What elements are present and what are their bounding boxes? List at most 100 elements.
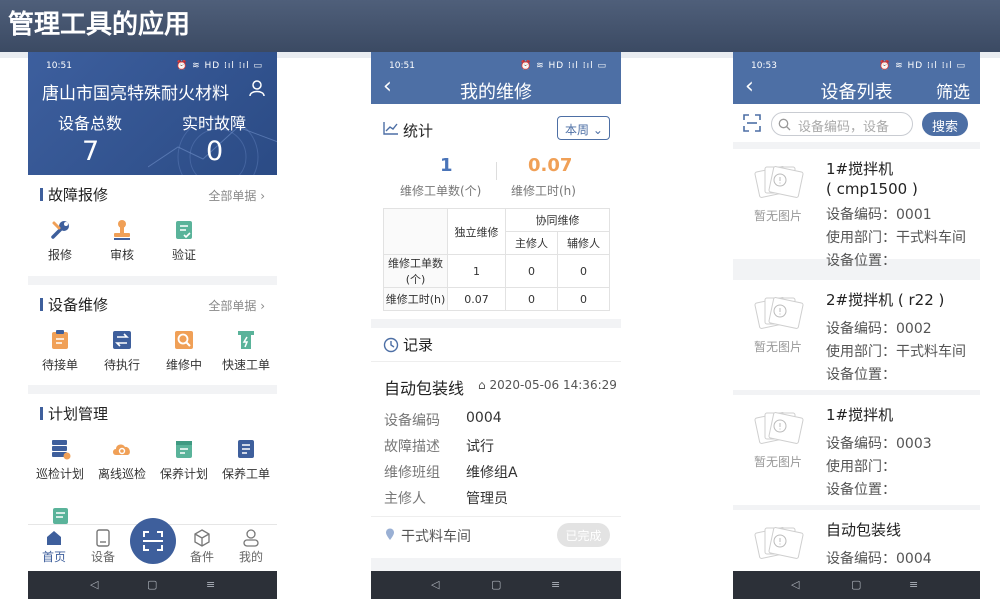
- stats-table: 独立维修 协同维修 主修人 辅修人 维修工单数(个) 1 0 0 维修工时(h)…: [383, 208, 610, 311]
- record-field: 主修人 管理员: [384, 491, 508, 507]
- divider: [371, 516, 621, 517]
- search-input[interactable]: 设备编码，设备: [771, 112, 913, 136]
- table-header-collab: 协同维修: [505, 208, 610, 232]
- system-nav-bar: ◁ ▢ ≡: [733, 571, 980, 599]
- device-name: 2#搅拌机 ( r22 ): [826, 291, 945, 309]
- repair-hours-value: 0.07: [528, 155, 573, 176]
- grid-item-to-execute[interactable]: 待执行: [92, 329, 152, 373]
- all-orders-link[interactable]: 全部单据 ›: [208, 187, 265, 204]
- device-code: 设备编码：0001: [826, 207, 932, 223]
- tab-spare-parts[interactable]: 备件: [182, 525, 222, 565]
- device-dept: 使用部门：干式料车间: [826, 344, 966, 360]
- section-fault: 故障报修 全部单据 › 报修 审核 验证: [28, 175, 277, 276]
- stats-divider: [496, 162, 497, 180]
- table-row: 维修工时(h) 0.07 0 0: [383, 287, 610, 311]
- wrench-icon: [51, 221, 69, 239]
- section-title: 计划管理: [48, 405, 109, 423]
- tab-home[interactable]: 首页: [34, 525, 74, 565]
- device-location: 设备位置：: [826, 253, 896, 269]
- status-bar: 10:51 ⏰ ≋ HD ⁞ıl ⁞ıl ▭: [28, 52, 277, 78]
- grid-item-maintenance-plan[interactable]: 保养计划: [154, 438, 214, 482]
- list-item[interactable]: 暂无图片 1#搅拌机 设备编码：0003 使用部门： 设备位置：: [733, 395, 980, 505]
- section-marker: [40, 407, 43, 420]
- box-icon: [194, 529, 210, 547]
- grid-item-review[interactable]: 审核: [92, 219, 152, 263]
- status-icons: ⏰ ≋ HD ⁞ıl ⁞ıl ▭: [176, 61, 263, 71]
- no-image-icon: [754, 527, 804, 559]
- all-orders-link[interactable]: 全部单据 ›: [208, 297, 265, 314]
- record-device-name: 自动包装线: [384, 379, 465, 398]
- nav-home-icon[interactable]: ▢: [491, 578, 501, 591]
- nav-back-icon[interactable]: ◁: [90, 578, 98, 591]
- nav-menu-icon[interactable]: ≡: [551, 578, 560, 591]
- grid-item-quick-order[interactable]: 快速工单: [216, 329, 276, 373]
- no-image-icon: [754, 412, 804, 444]
- device-location: 设备位置：: [826, 367, 896, 383]
- grid-item-repair[interactable]: 报修: [30, 219, 90, 263]
- search-repair-icon: [175, 331, 193, 349]
- database-icon: [52, 440, 71, 460]
- stat-total-value[interactable]: 7: [82, 136, 99, 167]
- status-bar: 10:53 ⏰ ≋ HD ⁞ıl ⁞ıl ▭: [733, 52, 980, 78]
- scan-button[interactable]: [130, 518, 176, 564]
- nav-bar: 10:53 ⏰ ≋ HD ⁞ıl ⁞ıl ▭ ‹ 设备列表 筛选: [733, 52, 980, 104]
- phone-my-repairs: 10:51 ⏰ ≋ HD ⁞ıl ⁞ıl ▭ ‹ 我的维修 统计 本周 ⌄ 1 …: [371, 52, 621, 599]
- nav-menu-icon[interactable]: ≡: [206, 578, 215, 591]
- no-image-icon: [754, 166, 804, 198]
- grid-item-maintenance-order[interactable]: 保养工单: [216, 438, 276, 482]
- checklist-icon: [176, 221, 192, 239]
- stats-title: 统计: [403, 122, 434, 140]
- nav-home-icon[interactable]: ▢: [147, 578, 157, 591]
- device-name: 1#搅拌机: [826, 406, 894, 424]
- grid-item-inspection-plan[interactable]: 巡检计划: [30, 438, 90, 482]
- repair-count-label: 维修工单数(个): [400, 184, 482, 198]
- grid-item-offline-inspection[interactable]: 离线巡检: [92, 438, 152, 482]
- tab-devices[interactable]: 设备: [83, 525, 123, 565]
- user-icon[interactable]: [248, 79, 266, 97]
- record-datetime: ⌂ 2020-05-06 14:36:29: [478, 378, 617, 392]
- device-code: 设备编码：0003: [826, 436, 932, 452]
- no-image-placeholder: [751, 524, 805, 566]
- nav-back-icon[interactable]: ◁: [791, 578, 799, 591]
- grid-item-in-repair[interactable]: 维修中: [154, 329, 214, 373]
- profile-icon: [243, 529, 259, 547]
- filter-button[interactable]: 筛选: [936, 78, 970, 103]
- table-corner: [383, 208, 448, 255]
- table-row: 维修工单数(个) 1 0 0: [383, 254, 610, 288]
- no-image-placeholder: 暂无图片: [751, 409, 805, 470]
- slide-header: 管理工具的应用: [0, 0, 1000, 52]
- clock-icon: [383, 337, 399, 353]
- system-nav-bar: ◁ ▢ ≡: [28, 571, 277, 599]
- grid-item-pending[interactable]: 待接单: [30, 329, 90, 373]
- grid-item-verify[interactable]: 验证: [154, 219, 214, 263]
- device-icon: [96, 529, 110, 547]
- list-item[interactable]: 暂无图片 1#搅拌机( cmp1500 ) 设备编码：0001 使用部门：干式料…: [733, 149, 980, 269]
- device-code: 设备编码：0004: [826, 551, 932, 567]
- tab-profile[interactable]: 我的: [231, 525, 271, 565]
- stat-fault-label: 实时故障: [182, 114, 247, 133]
- list-item[interactable]: 暂无图片 2#搅拌机 ( r22 ) 设备编码：0002 使用部门：干式料车间 …: [733, 280, 980, 390]
- search-icon: [778, 118, 791, 131]
- record-field: 维修班组 维修组A: [384, 465, 518, 481]
- scan-icon[interactable]: [743, 114, 761, 132]
- search-bar: 设备编码，设备 搜索: [733, 104, 980, 142]
- calendar-icon: [176, 441, 192, 458]
- no-image-placeholder: 暂无图片: [751, 294, 805, 355]
- lightning-order-icon: [238, 331, 254, 349]
- stat-fault-value[interactable]: 0: [206, 136, 223, 167]
- clipboard-icon: [52, 330, 68, 349]
- period-select[interactable]: 本周 ⌄: [557, 116, 610, 140]
- phone-device-list: 10:53 ⏰ ≋ HD ⁞ıl ⁞ıl ▭ ‹ 设备列表 筛选 设备编码，设备…: [733, 52, 980, 599]
- nav-home-icon[interactable]: ▢: [851, 578, 861, 591]
- status-bar: 10:51 ⏰ ≋ HD ⁞ıl ⁞ıl ▭: [371, 52, 621, 78]
- device-location: 设备位置：: [826, 482, 896, 498]
- document-icon: [238, 440, 254, 458]
- system-nav-bar: ◁ ▢ ≡: [371, 571, 621, 599]
- search-button[interactable]: 搜索: [922, 112, 968, 136]
- transfer-icon: [113, 331, 131, 349]
- slide-title: 管理工具的应用: [8, 10, 191, 40]
- record-title: 记录: [403, 336, 434, 354]
- no-image-icon: [754, 297, 804, 329]
- nav-back-icon[interactable]: ◁: [431, 578, 439, 591]
- nav-menu-icon[interactable]: ≡: [909, 578, 918, 591]
